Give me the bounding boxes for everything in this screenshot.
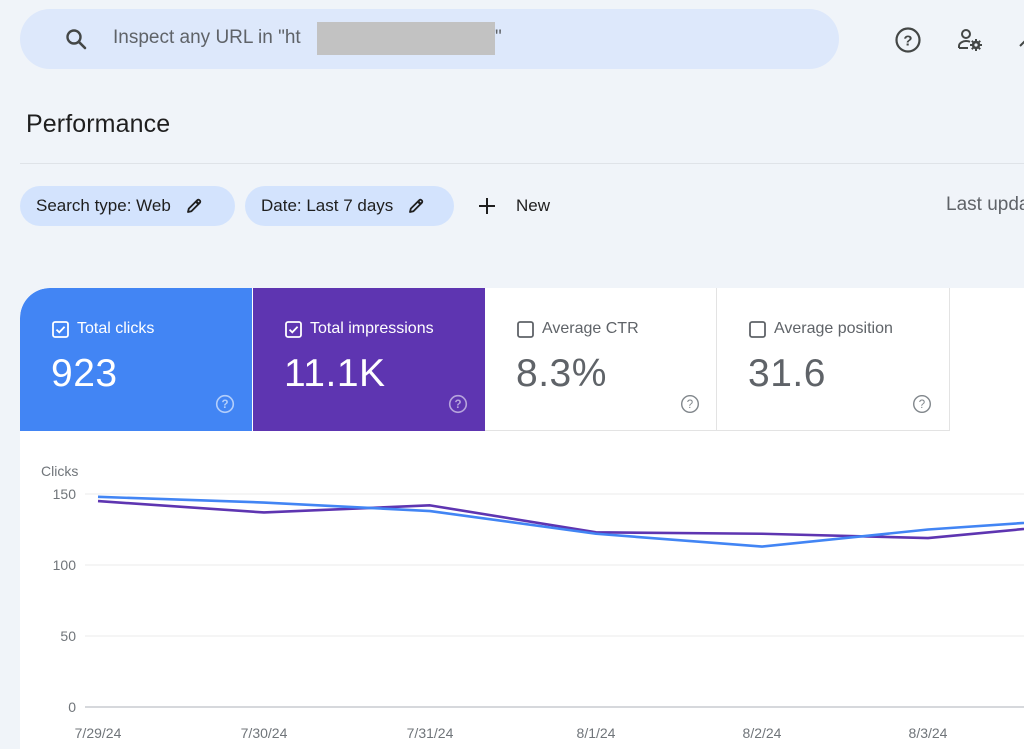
x-tick-label: 7/31/24 — [407, 725, 454, 741]
help-icon[interactable]: ? — [894, 26, 922, 54]
search-type-filter-chip[interactable]: Search type: Web — [20, 186, 235, 226]
redacted-url — [317, 22, 495, 55]
y-tick-label: 0 — [68, 699, 76, 715]
search-console-page: Inspect any URL in "ht " ? Performance S… — [0, 0, 1024, 749]
chip-label: Date: Last 7 days — [261, 196, 394, 215]
plus-icon — [479, 198, 495, 214]
x-tick-label: 7/30/24 — [241, 725, 288, 741]
pencil-icon — [409, 198, 424, 213]
search-placeholder: Inspect any URL in "ht — [113, 27, 301, 48]
last-updated-text: Last upda — [946, 194, 1024, 215]
x-tick-label: 8/1/24 — [577, 725, 616, 741]
chip-label: Search type: Web — [36, 196, 171, 215]
svg-text:?: ? — [903, 33, 912, 50]
new-filter-button[interactable]: New — [476, 186, 550, 226]
date-filter-chip[interactable]: Date: Last 7 days — [245, 186, 454, 226]
y-axis-title: Clicks — [41, 463, 78, 479]
y-tick-label: 100 — [53, 557, 77, 573]
x-tick-label: 8/3/24 — [909, 725, 948, 741]
search-placeholder-suffix: " — [495, 27, 502, 48]
manage-users-icon[interactable] — [956, 26, 984, 54]
x-tick-label: 8/2/24 — [743, 725, 782, 741]
y-tick-label: 50 — [60, 628, 76, 644]
clicks-impressions-line-chart: Clicks 0 50 100 150 7/29/24 7/30/24 7/31/24 8/… — [41, 463, 1024, 741]
account-icon[interactable] — [1018, 34, 1024, 48]
y-tick-label: 150 — [53, 486, 77, 502]
performance-card: Total clicks 923 ? Total impressions 11.… — [20, 288, 1024, 749]
x-tick-label: 7/29/24 — [75, 725, 122, 741]
search-icon — [66, 29, 87, 50]
url-inspection-search-bar[interactable]: Inspect any URL in "ht " — [20, 9, 839, 69]
page-title: Performance — [26, 110, 171, 138]
title-divider — [20, 163, 1024, 164]
series-line-total-impressions[interactable] — [97, 499, 1024, 540]
pencil-icon — [186, 198, 201, 213]
series-line-total-clicks[interactable] — [97, 495, 1024, 548]
new-filter-label: New — [516, 196, 551, 215]
